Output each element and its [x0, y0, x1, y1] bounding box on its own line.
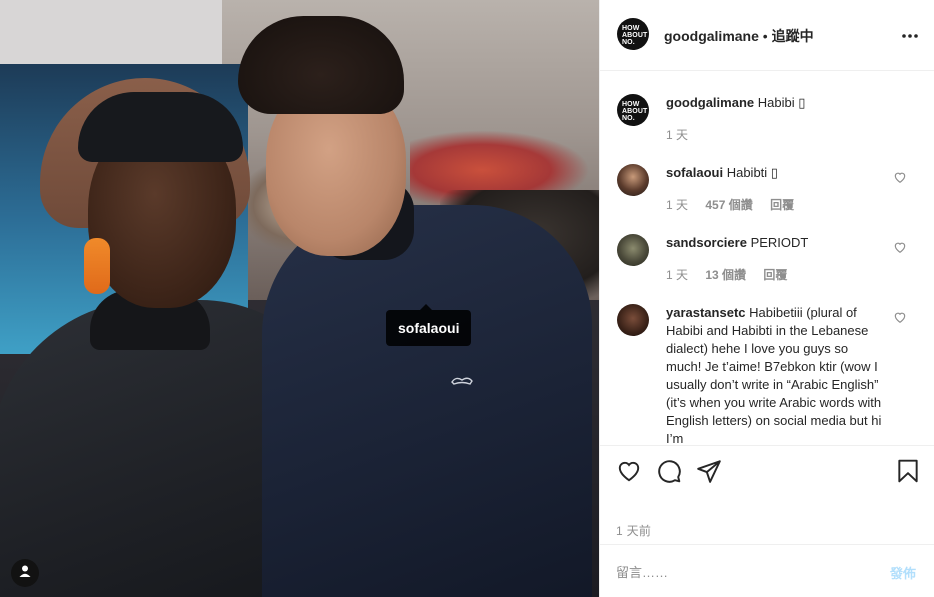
user-icon: [18, 564, 32, 583]
more-options-button[interactable]: [900, 26, 920, 46]
author-username[interactable]: goodgalimane: [664, 28, 759, 44]
woman-earring: [84, 238, 110, 294]
post-photo[interactable]: sofalaoui: [0, 0, 599, 597]
commenter-avatar[interactable]: [617, 304, 649, 336]
commenter-avatar[interactable]: [617, 234, 649, 266]
avatar-logo-line: HOW: [622, 25, 640, 32]
bookmark-icon: [895, 459, 921, 488]
emoji-placeholder-icon: ▯: [798, 95, 806, 110]
caption-text: Habibi: [757, 95, 799, 110]
comment-meta: 1 天 457 個讚 回覆: [666, 196, 808, 213]
comment-username[interactable]: sofalaoui: [666, 165, 723, 180]
post-header: HOW ABOUT NO. goodgalimane • 追蹤中: [600, 0, 934, 71]
more-icon: [900, 33, 920, 50]
avatar-logo-line: NO.: [622, 115, 635, 122]
add-comment-bar: 發佈: [600, 544, 934, 597]
comment-time[interactable]: 1 天: [666, 268, 688, 282]
commenter-avatar[interactable]: [617, 164, 649, 196]
author-avatar[interactable]: HOW ABOUT NO.: [617, 18, 649, 50]
comment-text: Habibetiii (plural of Habibi and Habibti…: [666, 305, 882, 444]
comment-likes[interactable]: 13 個讚: [705, 268, 746, 282]
comment-username[interactable]: sandsorciere: [666, 235, 747, 250]
avatar-logo-line: ABOUT: [622, 108, 648, 115]
share-icon: [696, 460, 722, 488]
comment-time[interactable]: 1 天: [666, 198, 688, 212]
separator-dot: •: [762, 28, 768, 44]
comment-likes[interactable]: 457 個讚: [705, 198, 752, 212]
comment-username[interactable]: yarastansetc: [666, 305, 746, 320]
comments-list[interactable]: HOW ABOUT NO. goodgalimane Habibi ▯ 1 天 …: [600, 72, 934, 444]
avatar-logo-line: NO.: [622, 39, 635, 46]
photo-user-tag[interactable]: sofalaoui: [386, 304, 472, 346]
woman-headband: [78, 92, 243, 162]
heart-outline-icon: [893, 241, 907, 258]
post-side-panel: HOW ABOUT NO. goodgalimane • 追蹤中 HOW ABO…: [599, 0, 934, 597]
comment-text-block: sofalaoui Habibti ▯: [666, 164, 886, 182]
caption-avatar[interactable]: HOW ABOUT NO.: [617, 94, 649, 126]
comment-meta: 1 天 13 個讚 回覆: [666, 266, 801, 283]
post-comment-button[interactable]: 發佈: [890, 563, 916, 582]
background-window: [0, 0, 222, 64]
comment-input[interactable]: [616, 562, 876, 582]
caption-text-block: goodgalimane Habibi ▯: [666, 94, 886, 112]
post-timestamp[interactable]: 1 天前: [616, 522, 651, 539]
like-button[interactable]: [616, 458, 642, 484]
like-comment-button[interactable]: [893, 170, 907, 184]
save-button[interactable]: [895, 458, 921, 484]
like-comment-button[interactable]: [893, 310, 907, 324]
follow-status-button[interactable]: 追蹤中: [772, 28, 814, 44]
author-line: goodgalimane • 追蹤中: [664, 26, 814, 46]
comment-button[interactable]: [656, 458, 682, 484]
heart-icon: [616, 461, 642, 488]
post-actions: 1 天前: [600, 445, 934, 545]
comment-text-block: sandsorciere PERIODT: [666, 234, 886, 252]
tagged-users-button[interactable]: [11, 559, 39, 587]
caption-username[interactable]: goodgalimane: [666, 95, 754, 110]
avatar-logo-line: ABOUT: [622, 32, 648, 39]
heart-outline-icon: [893, 311, 907, 328]
jacket-logo: [450, 372, 474, 388]
comment-text-block: yarastansetc Habibetiii (plural of Habib…: [666, 304, 886, 444]
reply-button[interactable]: 回覆: [770, 198, 794, 212]
comment-text: PERIODT: [750, 235, 809, 250]
man-hair: [238, 16, 404, 114]
reply-button[interactable]: 回覆: [763, 268, 787, 282]
heart-outline-icon: [893, 171, 907, 188]
caption-meta: 1 天: [666, 126, 702, 143]
comment-icon: [656, 460, 682, 488]
share-button[interactable]: [696, 458, 722, 484]
emoji-placeholder-icon: ▯: [770, 165, 778, 180]
caption-time[interactable]: 1 天: [666, 128, 688, 142]
like-comment-button[interactable]: [893, 240, 907, 254]
man-jacket: [262, 205, 592, 597]
comment-text: Habibti: [726, 165, 771, 180]
avatar-logo-line: HOW: [622, 101, 640, 108]
